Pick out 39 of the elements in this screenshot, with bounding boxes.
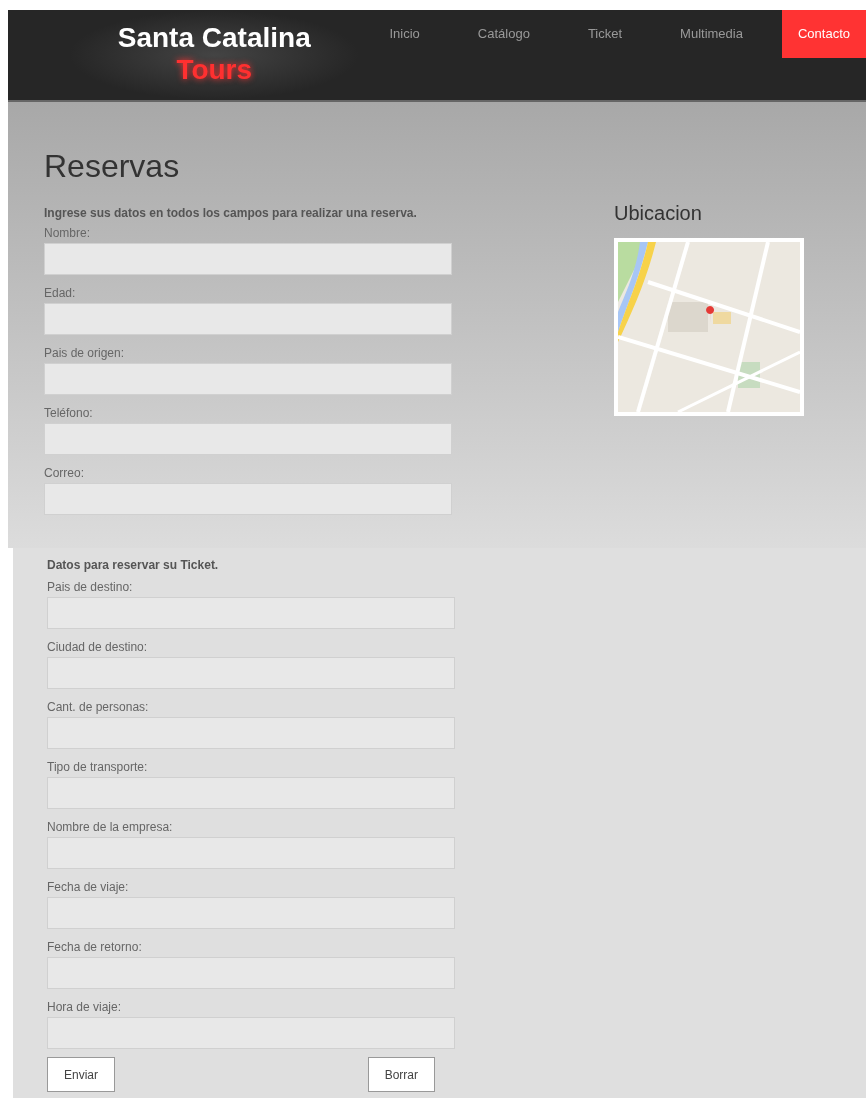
field-label: Correo:: [44, 466, 85, 481]
nav-link[interactable]: Inicio: [373, 10, 436, 58]
field-label: Nombre:: [44, 226, 91, 241]
field-label: Fecha de retorno:: [47, 940, 143, 955]
brand-title: Santa Catalina: [117, 22, 311, 54]
field-label: Edad:: [44, 286, 77, 301]
location-heading: Ubicacion: [614, 201, 703, 226]
nav-link[interactable]: Ticket: [571, 10, 639, 58]
input-field[interactable]: [44, 423, 452, 455]
field-label: Tipo de transporte:: [47, 760, 149, 775]
field-label: Teléfono:: [44, 406, 94, 421]
input-field[interactable]: [47, 897, 455, 929]
page-heading: Reservas: [44, 147, 181, 186]
field-label: Hora de viaje:: [47, 1000, 123, 1015]
nav-link[interactable]: Catálogo: [461, 10, 546, 58]
input-field[interactable]: [44, 483, 452, 515]
ticket-intro: Datos para reservar su Ticket.: [47, 557, 220, 574]
intro-text: Ingrese sus datos en todos los campos para realizar una reserva.: [44, 205, 418, 222]
input-field[interactable]: [47, 717, 455, 749]
input-field[interactable]: [47, 777, 455, 809]
form-button[interactable]: Enviar: [47, 1057, 115, 1092]
form-button[interactable]: Borrar: [367, 1057, 435, 1092]
input-field[interactable]: [47, 837, 455, 869]
input-field[interactable]: [44, 303, 452, 335]
field-label: Fecha de viaje:: [47, 880, 130, 895]
input-field[interactable]: [47, 957, 455, 989]
field-label: Ciudad de destino:: [47, 640, 149, 655]
input-field[interactable]: [44, 363, 452, 395]
input-field[interactable]: [47, 597, 455, 629]
nav-link[interactable]: Multimedia: [664, 10, 759, 58]
brand-subtitle: Tours: [176, 54, 253, 86]
input-field[interactable]: [47, 1017, 455, 1049]
input-field[interactable]: [44, 243, 452, 275]
field-label: Pais de origen:: [44, 346, 126, 361]
field-label: Cant. de personas:: [47, 700, 150, 715]
field-label: Pais de destino:: [47, 580, 134, 595]
nav-link[interactable]: Contacto: [781, 10, 866, 58]
field-label: Nombre de la empresa:: [47, 820, 174, 835]
input-field[interactable]: [47, 657, 455, 689]
